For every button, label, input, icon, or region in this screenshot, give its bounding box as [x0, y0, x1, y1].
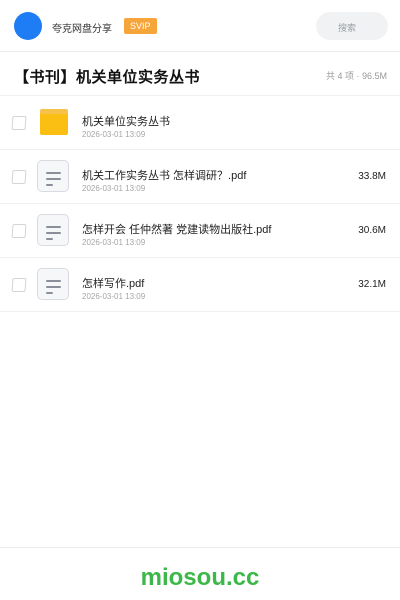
file-name: 机关工作实务丛书 怎样调研？.pdf [82, 170, 247, 182]
row-checkbox[interactable] [11, 224, 27, 238]
avatar[interactable] [14, 12, 42, 40]
footer-bar: miosou.cc [0, 547, 400, 600]
list-item-file[interactable]: 怎样写作.pdf 2026-03-01 13:09 32.1M [0, 258, 400, 312]
search-placeholder: 搜索 [338, 23, 357, 33]
file-date: 2026-03-01 13:09 [82, 184, 146, 193]
file-size: 33.8M [358, 171, 386, 182]
file-name: 怎样开会 任仲然著 党建读物出版社.pdf [82, 224, 272, 236]
watermark-text: miosou.cc [140, 564, 260, 591]
file-name: 怎样写作.pdf [82, 278, 145, 290]
file-size: 30.6M [358, 225, 386, 236]
file-size: 32.1M [358, 279, 386, 290]
row-checkbox[interactable] [11, 170, 27, 184]
file-date: 2026-03-01 13:09 [82, 238, 146, 247]
row-checkbox[interactable] [11, 278, 27, 292]
file-name: 机关单位实务丛书 [82, 116, 170, 128]
file-summary: 共 4 项 · 96.5M [325, 71, 387, 81]
file-date: 2026-03-01 13:09 [82, 130, 146, 139]
pdf-file-icon [37, 268, 69, 300]
pdf-file-icon [37, 160, 69, 192]
file-date: 2026-03-01 13:09 [82, 292, 146, 301]
list-item-file[interactable]: 机关工作实务丛书 怎样调研？.pdf 2026-03-01 13:09 33.8… [0, 150, 400, 204]
page-title: 【书刊】机关单位实务丛书 [14, 69, 201, 86]
row-checkbox[interactable] [11, 116, 27, 130]
folder-header: 【书刊】机关单位实务丛书 共 4 项 · 96.5M [0, 52, 400, 96]
list-item-file[interactable]: 怎样开会 任仲然著 党建读物出版社.pdf 2026-03-01 13:09 3… [0, 204, 400, 258]
svip-badge[interactable]: SVIP [124, 18, 157, 34]
folder-icon [40, 109, 68, 135]
list-item-folder[interactable]: 机关单位实务丛书 2026-03-01 13:09 [0, 96, 400, 150]
pdf-file-icon [37, 214, 69, 246]
header-bar: 夸克网盘分享 SVIP 搜索 [0, 0, 400, 52]
search-input[interactable]: 搜索 [316, 12, 388, 40]
app-name: 夸克网盘分享 [52, 24, 112, 35]
